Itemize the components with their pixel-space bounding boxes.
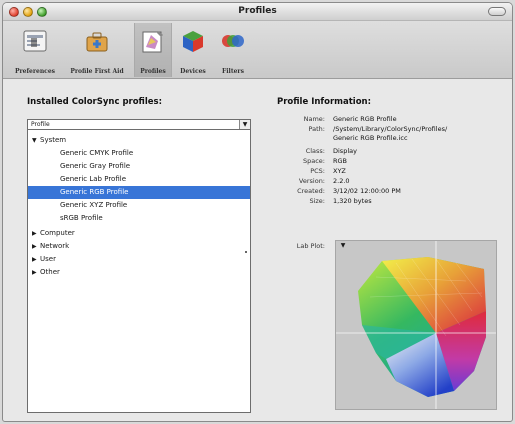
tree-group-user[interactable]: ▶ User	[28, 253, 250, 266]
devices-icon	[183, 31, 203, 52]
created-label: Created:	[297, 187, 325, 195]
title-bar[interactable]: Profiles	[3, 3, 512, 21]
tree-group-label: Other	[40, 268, 60, 276]
window-title: Profiles	[238, 6, 277, 16]
tree-item[interactable]: Generic Lab Profile	[28, 173, 250, 186]
first-aid-icon	[86, 32, 108, 52]
toolbar-label: Preferences	[14, 68, 56, 75]
tree-group-network[interactable]: ▶ Network	[28, 240, 250, 253]
tree-item[interactable]: Generic XYZ Profile	[28, 199, 250, 212]
disclosure-closed-icon[interactable]: ▶	[32, 266, 40, 279]
path-value: /System/Library/ColorSync/Profiles/	[333, 125, 448, 133]
toolbar-label: Devices	[180, 68, 206, 75]
size-value: 1,320 bytes	[333, 197, 372, 205]
lab-plot-label: Lab Plot:	[296, 242, 325, 250]
toolbar-preferences-button[interactable]: Preferences	[9, 23, 61, 77]
pcs-label: PCS:	[310, 167, 325, 175]
tree-group-label: Computer	[40, 229, 75, 237]
tree-item-label: Generic RGB Profile	[60, 188, 129, 196]
tree-group-label: Network	[40, 242, 70, 250]
profile-information-heading: Profile Information:	[277, 97, 372, 107]
lab-gamut-graphic	[336, 241, 496, 409]
version-value: 2.2.0	[333, 177, 350, 185]
toolbar-toggle-button[interactable]	[488, 7, 506, 16]
profile-popup[interactable]: Profile ▼	[27, 119, 251, 130]
split-view-handle[interactable]	[245, 251, 247, 253]
path-label: Path:	[308, 125, 325, 133]
tree-item-label: Generic Gray Profile	[60, 162, 131, 170]
name-value: Generic RGB Profile	[333, 115, 397, 123]
profile-information-panel: Profile Information: Name: Generic RGB P…	[277, 85, 504, 417]
tree-item-label: Generic XYZ Profile	[60, 201, 128, 209]
toolbar-filters-button[interactable]: Filters	[214, 23, 252, 77]
toolbar: Preferences Profile First Aid Profiles D…	[3, 21, 512, 79]
profiles-icon	[142, 31, 163, 53]
name-label: Name:	[303, 115, 325, 123]
space-value: RGB	[333, 157, 348, 165]
toolbar-first-aid-button[interactable]: Profile First Aid	[65, 23, 129, 77]
filters-icon	[222, 35, 244, 47]
profile-popup-value: Profile	[31, 121, 50, 128]
disclosure-closed-icon[interactable]: ▶	[32, 227, 40, 240]
tree-item-selected[interactable]: Generic RGB Profile	[28, 186, 250, 199]
toolbar-label: Profile First Aid	[70, 68, 124, 75]
content-area: Installed ColorSync profiles: Profile ▼ …	[19, 85, 504, 417]
tree-item[interactable]: Generic CMYK Profile	[28, 147, 250, 160]
space-label: Space:	[303, 157, 325, 165]
size-label: Size:	[309, 197, 325, 205]
created-value: 3/12/02 12:00:00 PM	[333, 187, 401, 195]
tree-item[interactable]: Generic Gray Profile	[28, 160, 250, 173]
lab-plot[interactable]: ▼	[335, 240, 497, 410]
toolbar-label: Profiles	[140, 68, 166, 75]
tree-item[interactable]: sRGB Profile	[28, 212, 250, 225]
profiles-window: Profiles Preferences Profile First Aid P…	[2, 2, 513, 422]
tree-item-label: Generic CMYK Profile	[60, 149, 134, 157]
chevron-down-icon: ▼	[239, 120, 250, 129]
plot-menu-icon[interactable]: ▼	[338, 242, 348, 250]
installed-profiles-heading: Installed ColorSync profiles:	[27, 97, 162, 107]
path-value-continued: Generic RGB Profile.icc	[333, 134, 408, 142]
toolbar-profiles-button[interactable]: Profiles	[134, 23, 172, 77]
tree-group-other[interactable]: ▶ Other	[28, 266, 250, 279]
tree-group-label: User	[40, 255, 56, 263]
tree-item-label: Generic Lab Profile	[60, 175, 126, 183]
tree-group-label: System	[40, 136, 67, 144]
disclosure-closed-icon[interactable]: ▶	[32, 253, 40, 266]
toolbar-label: Filters	[222, 68, 244, 75]
tree-group-system[interactable]: ▼ System	[28, 134, 250, 147]
pcs-value: XYZ	[333, 167, 346, 175]
class-label: Class:	[305, 147, 325, 155]
version-label: Version:	[298, 177, 325, 185]
disclosure-closed-icon[interactable]: ▶	[32, 240, 40, 253]
disclosure-open-icon[interactable]: ▼	[32, 134, 40, 147]
class-value: Display	[333, 147, 357, 155]
toolbar-devices-button[interactable]: Devices	[174, 23, 212, 77]
preferences-icon	[23, 30, 47, 52]
tree-group-computer[interactable]: ▶ Computer	[28, 227, 250, 240]
tree-item-label: sRGB Profile	[60, 214, 103, 222]
profile-tree: ▼ System Generic CMYK Profile Generic Gra…	[27, 130, 251, 413]
